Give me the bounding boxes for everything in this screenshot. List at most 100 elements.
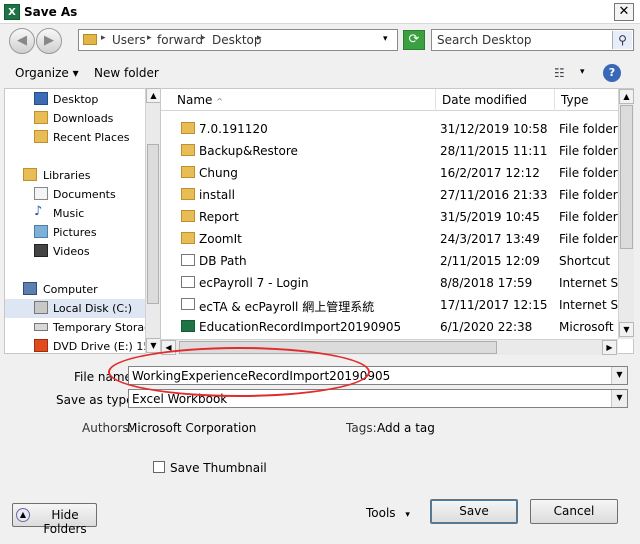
table-row[interactable]: 7.0.191120 31/12/2019 10:58 File folder [161, 118, 619, 140]
tags-value[interactable]: Add a tag [377, 421, 435, 435]
chevron-down-icon[interactable]: ▾ [383, 34, 388, 44]
table-row[interactable]: install 27/11/2016 21:33 File folder [161, 184, 619, 206]
scroll-right-icon[interactable]: ▶ [602, 340, 617, 355]
breadcrumb-separator[interactable]: ▸ [147, 33, 152, 43]
chevron-down-icon[interactable]: ▾ [580, 67, 585, 77]
nav-item-music[interactable]: ♪ Music [5, 204, 145, 223]
nav-item-label: Music [53, 207, 85, 220]
chevron-down-icon: ▾ [405, 510, 410, 520]
date-modified-cell: 2/11/2015 12:09 [440, 254, 540, 268]
nav-item-label: DVD Drive (E:) 15 ( [53, 340, 159, 353]
table-row[interactable]: EducationRecordImport20190905 6/1/2020 22… [161, 316, 619, 338]
nav-item-local-disk[interactable]: Local Disk (C:) [5, 299, 145, 318]
breadcrumb-separator[interactable]: ▸ [257, 33, 262, 43]
tools-button[interactable]: Tools ▾ [366, 506, 410, 520]
breadcrumb-desktop[interactable]: Desktop [212, 33, 262, 47]
cancel-button[interactable]: Cancel [530, 499, 618, 524]
chevron-down-icon[interactable]: ▼ [611, 367, 627, 384]
column-header-date[interactable]: Date modified [436, 89, 555, 111]
nav-item-temporary-storage[interactable]: Temporary Storage [5, 318, 158, 337]
authors-label: Authors: [82, 421, 133, 435]
breadcrumb-users[interactable]: Users [112, 33, 146, 47]
file-name-cell: install [199, 188, 235, 202]
column-header-name[interactable]: Name ^ [171, 89, 436, 111]
table-row[interactable]: Backup&Restore 28/11/2015 11:11 File folde… [161, 140, 619, 162]
nav-item-downloads[interactable]: Downloads [5, 109, 145, 128]
authors-value[interactable]: Microsoft Corporation [127, 421, 256, 435]
file-name-cell: DB Path [199, 254, 247, 268]
nav-item-label: Libraries [43, 169, 91, 182]
scroll-down-icon[interactable]: ▼ [146, 338, 161, 353]
excel-app-icon: X [4, 4, 20, 20]
search-icon[interactable]: ⚲ [612, 31, 632, 49]
scroll-down-icon[interactable]: ▼ [619, 322, 634, 337]
organize-button[interactable]: Organize ▾ [15, 66, 79, 80]
folder-icon [83, 34, 97, 45]
table-row[interactable]: ecTA & ecPayroll 網上管理系統 17/11/2017 12:15 I… [161, 294, 619, 316]
nav-item-documents[interactable]: Documents [5, 185, 145, 204]
scrollbar-thumb[interactable] [620, 105, 633, 249]
column-header-type[interactable]: Type [555, 89, 625, 111]
file-type-cell: File folder [559, 144, 618, 158]
search-input[interactable]: Search Desktop [437, 33, 532, 47]
hide-folders-label: Hide Folders [43, 508, 87, 536]
file-list-vertical-scrollbar[interactable]: ▲ ▼ [618, 89, 634, 339]
back-button[interactable]: ◀ [9, 28, 35, 54]
nav-item-label: Pictures [53, 226, 97, 239]
table-row[interactable]: ZoomIt 24/3/2017 13:49 File folder [161, 228, 619, 250]
file-name-cell: Backup&Restore [199, 144, 298, 158]
save-button[interactable]: Save [430, 499, 518, 524]
file-type-cell: Internet Sho [559, 276, 619, 290]
breadcrumb-separator[interactable]: ▸ [201, 33, 206, 43]
new-folder-button[interactable]: New folder [94, 66, 159, 80]
date-modified-cell: 6/1/2020 22:38 [440, 320, 533, 334]
nav-item-label: Temporary Storage [53, 321, 158, 334]
table-row[interactable]: ecPayroll 7 - Login 8/8/2018 17:59 Interne… [161, 272, 619, 294]
address-bar[interactable]: ▸ Users ▸ forward ▸ Desktop ▸ ▾ [78, 29, 398, 51]
scroll-up-icon[interactable]: ▲ [146, 88, 161, 103]
file-name-cell: Chung [199, 166, 238, 180]
refresh-button[interactable]: ⟳ [403, 30, 425, 50]
nav-item-dvd-drive[interactable]: DVD Drive (E:) 15 ( [5, 337, 158, 353]
nav-item-videos[interactable]: Videos [5, 242, 145, 261]
libraries-icon [23, 168, 37, 181]
file-name-cell: ecPayroll 7 - Login [199, 276, 309, 290]
dvd-drive-icon [34, 339, 48, 352]
table-row[interactable]: Chung 16/2/2017 12:12 File folder [161, 162, 619, 184]
search-box[interactable]: Search Desktop ⚲ [431, 29, 634, 51]
save-thumbnail-checkbox[interactable] [153, 461, 165, 473]
breadcrumb-forward[interactable]: forward [157, 33, 203, 47]
nav-item-libraries[interactable]: Libraries [5, 166, 145, 185]
date-modified-cell: 28/11/2015 11:11 [440, 144, 548, 158]
help-button[interactable]: ? [603, 64, 621, 82]
file-type-cell: File folder [559, 232, 618, 246]
file-type-cell: Internet Sho [559, 298, 619, 312]
desktop-icon [34, 92, 48, 105]
nav-scrollbar[interactable]: ▲ ▼ [145, 88, 161, 354]
date-modified-cell: 8/8/2018 17:59 [440, 276, 533, 290]
breadcrumb-separator: ▸ [101, 33, 106, 43]
close-button[interactable]: ✕ [614, 3, 634, 21]
forward-button[interactable]: ▶ [36, 28, 62, 54]
scroll-up-icon[interactable]: ▲ [619, 89, 634, 104]
scrollbar-thumb[interactable] [147, 144, 159, 304]
command-toolbar: Organize ▾ New folder ☷ ▾ ? [0, 59, 640, 87]
nav-item-pictures[interactable]: Pictures [5, 223, 145, 242]
excel-file-icon [181, 320, 195, 332]
nav-item-label: Recent Places [53, 131, 130, 144]
folder-icon [181, 144, 195, 156]
view-options-icon[interactable]: ☷ [554, 66, 565, 80]
chevron-down-icon[interactable]: ▼ [611, 390, 627, 407]
organize-label: Organize [15, 66, 69, 80]
table-row[interactable]: DB Path 2/11/2015 12:09 Shortcut [161, 250, 619, 272]
nav-item-recent-places[interactable]: Recent Places [5, 128, 145, 147]
hide-folders-button[interactable]: ▲ Hide Folders [12, 503, 97, 536]
table-row[interactable]: Report 31/5/2019 10:45 File folder [161, 206, 619, 228]
drive-icon [34, 323, 48, 331]
nav-item-computer[interactable]: Computer [5, 280, 145, 299]
recent-places-icon [34, 130, 48, 143]
save-thumbnail-label[interactable]: Save Thumbnail [170, 461, 267, 475]
nav-item-desktop[interactable]: Desktop [5, 90, 145, 109]
file-type-cell: Microsoft Ex [559, 320, 619, 334]
file-list: Name ^ Date modified Type 7.0.191120 31/1… [160, 88, 634, 354]
